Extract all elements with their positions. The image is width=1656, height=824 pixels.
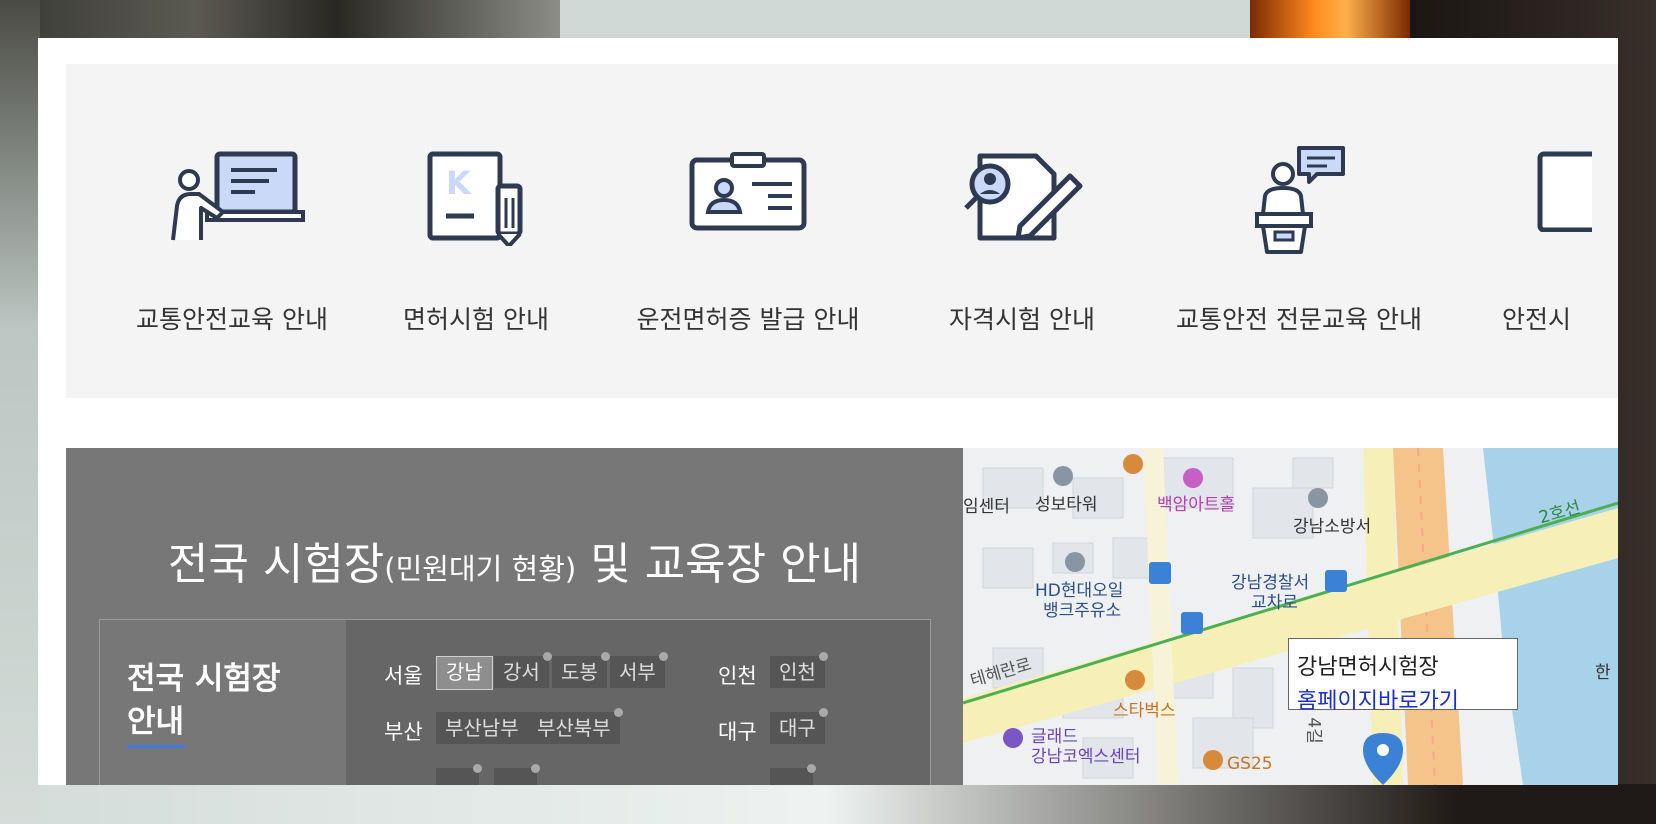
map-info-card: 강남면허시험장 홈페이지바로가기 — [1288, 638, 1518, 714]
id-card-icon — [689, 152, 807, 231]
menu-item-safety-exam[interactable]: 안전시 — [1438, 64, 1618, 398]
box-heading-line: 안내 — [127, 704, 185, 740]
map-label: 임센터 — [963, 497, 1010, 517]
status-dot — [818, 708, 828, 717]
chip-incheon[interactable]: 인천 — [770, 652, 828, 688]
chip-daegu[interactable]: 대구 — [770, 708, 828, 744]
map-label: 스타벅스 — [1113, 701, 1176, 721]
svg-text:K: K — [446, 164, 472, 202]
menu-item-label: 안전시 — [1502, 305, 1572, 334]
map-label: 뱅크주유소 — [1043, 601, 1122, 621]
exam-center-panel: 전국 시험장(민원대기 현황) 및 교육장 안내 전국 시험장 안내 서울 강남… — [66, 448, 963, 785]
chip-busan-nambu[interactable]: 부산남부 — [436, 712, 528, 744]
chip-dobong[interactable]: 도봉 — [552, 652, 610, 688]
chip-label: 인천 — [779, 660, 816, 684]
menu-item-label: 자격시험 안내 — [949, 305, 1095, 334]
map-label: 강남소방서 — [1293, 517, 1372, 537]
menu-item-label: 교통안전 전문교육 안내 — [1176, 305, 1422, 334]
region-label-daegu: 대구 — [718, 720, 757, 744]
exam-center-box: 전국 시험장 안내 서울 강남 강서 도봉 서부 인천 인천 부산 부산남부 부… — [99, 619, 931, 785]
info-card-title: 강남면허시험장 — [1297, 655, 1439, 680]
exam-section-title: 전국 시험장(민원대기 현황) 및 교육장 안내 — [66, 528, 963, 592]
status-dot — [658, 652, 668, 661]
status-dot — [807, 764, 817, 773]
teacher-board-icon — [171, 151, 305, 241]
homepage-link[interactable]: 홈페이지바로가기 — [1297, 683, 1459, 715]
heading-underline — [127, 745, 185, 748]
license-document-pen-icon: K — [427, 151, 523, 246]
menu-item-license-exam[interactable]: K 면허시험 안내 — [346, 64, 606, 398]
menu-item-traffic-safety-education[interactable]: 교통안전교육 안내 — [102, 64, 362, 398]
menu-item-qualification-exam[interactable]: 자격시험 안내 — [892, 64, 1152, 398]
title-subpart: (민원대기 현황) — [384, 552, 577, 586]
box-heading-line: 전국 시험장 — [127, 661, 281, 697]
menu-item-license-issuance[interactable]: 운전면허증 발급 안내 — [618, 64, 878, 398]
map-label: 백암아트홀 — [1157, 495, 1236, 515]
service-menu: 교통안전교육 안내 K 면허시험 안내 운전면허증 발급 안내 자격시험 안내 … — [66, 64, 1618, 398]
status-dot — [542, 652, 552, 661]
chip-label: 부산북부 — [537, 716, 611, 740]
menu-item-label: 면허시험 안내 — [403, 305, 549, 334]
chip-label: 도봉 — [561, 660, 598, 684]
chip-label: 강서 — [503, 660, 540, 684]
background-photo — [0, 784, 1656, 824]
chip-gangnam[interactable]: 강남 — [436, 656, 493, 690]
region-label-incheon: 인천 — [718, 664, 757, 688]
chip-gangseo[interactable]: 강서 — [494, 652, 552, 688]
title-part: 전국 시험장 — [167, 539, 385, 590]
status-dot — [473, 764, 483, 773]
status-dot — [613, 708, 623, 717]
menu-item-traffic-safety-professional-education[interactable]: 교통안전 전문교육 안내 — [1169, 64, 1429, 398]
status-dot — [818, 652, 828, 661]
document-icon — [1537, 151, 1592, 232]
background-photo — [0, 0, 40, 824]
status-dot — [600, 652, 610, 661]
map-label: 한 — [1595, 663, 1611, 683]
map-label: 교차로 — [1251, 593, 1298, 613]
menu-item-label: 운전면허증 발급 안내 — [636, 305, 860, 334]
document-search-pen-icon — [964, 153, 1083, 241]
chip-label: 강남 — [446, 660, 483, 684]
background-photo — [1250, 0, 1410, 40]
chip-seobu[interactable]: 서부 — [610, 652, 668, 688]
box-heading-area: 전국 시험장 안내 — [100, 620, 346, 785]
map-label: 4길 — [1303, 717, 1324, 744]
status-dot — [531, 764, 541, 773]
chip-partial[interactable] — [770, 764, 817, 785]
chip-label: 서부 — [619, 660, 656, 684]
region-label-seoul: 서울 — [384, 664, 423, 688]
chip-busan-bukbu[interactable]: 부산북부 — [528, 708, 623, 744]
map-label: 강남코엑스센터 — [1031, 747, 1141, 767]
webpage-window: 교통안전교육 안내 K 면허시험 안내 운전면허증 발급 안내 자격시험 안내 … — [38, 38, 1618, 785]
map-label: GS25 — [1227, 754, 1273, 774]
chip-label: 대구 — [779, 716, 816, 740]
box-heading: 전국 시험장 안내 — [127, 658, 280, 744]
map-label: 성보타워 — [1035, 495, 1098, 515]
chip-partial[interactable] — [436, 764, 483, 785]
chip-label: 부산남부 — [445, 716, 519, 740]
location-map[interactable]: 임센터 성보타워 백암아트홀 강남소방서 2호선 HD현대오일 뱅크주유소 강남… — [963, 448, 1618, 785]
background-photo — [560, 0, 1260, 40]
lecturer-podium-icon — [1255, 146, 1345, 254]
menu-item-label: 교통안전교육 안내 — [136, 305, 328, 334]
title-part: 및 교육장 안내 — [590, 539, 862, 590]
region-label-busan: 부산 — [384, 720, 423, 744]
chip-partial[interactable] — [494, 764, 541, 785]
